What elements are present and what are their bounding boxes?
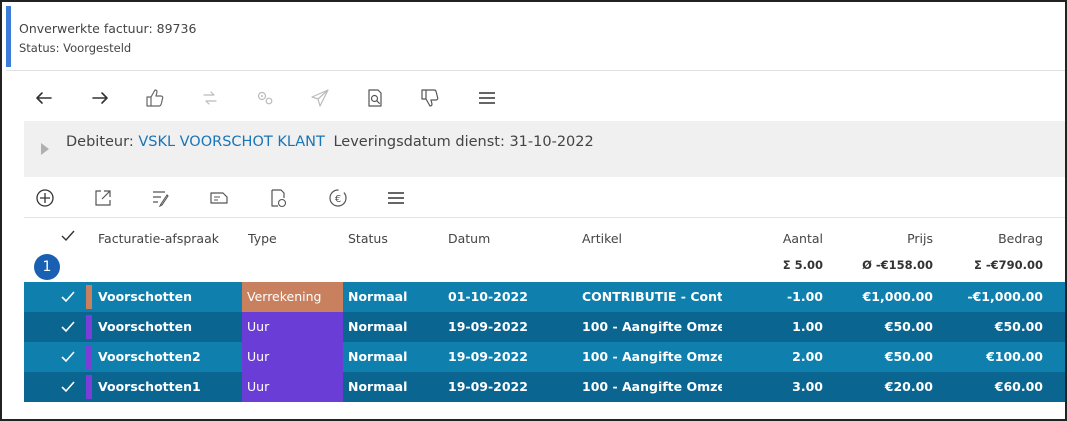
- table-row[interactable]: Uur Voorschotten Normaal 19-09-2022 100 - Aa…: [24, 312, 1065, 342]
- col-status[interactable]: Status: [348, 231, 388, 246]
- step-badge: 1: [34, 254, 60, 280]
- row-type: Uur: [242, 342, 343, 372]
- row-agreement: Voorschotten2: [98, 349, 201, 364]
- row-agreement: Voorschotten: [98, 319, 192, 334]
- search-document-icon[interactable]: [359, 82, 391, 114]
- row-type: Verrekening: [242, 282, 343, 312]
- document-refresh-icon[interactable]: [262, 182, 294, 214]
- col-amount[interactable]: Bedrag: [944, 231, 1043, 246]
- row-quantity: -1.00: [786, 289, 823, 304]
- row-article: 100 - Aangifte Omzet…: [582, 349, 722, 364]
- row-type: Uur: [242, 372, 343, 402]
- amount-sum: Σ -€790.00: [973, 258, 1043, 272]
- row-quantity: 1.00: [792, 319, 823, 334]
- row-status: Normaal: [348, 379, 408, 394]
- col-date[interactable]: Datum: [448, 231, 490, 246]
- swap-icon[interactable]: [194, 82, 226, 114]
- col-price[interactable]: Prijs: [834, 231, 933, 246]
- table-row[interactable]: Uur Voorschotten1 Normaal 19-09-2022 100 - A…: [24, 372, 1065, 402]
- svg-text:€: €: [335, 194, 341, 205]
- row-date: 19-09-2022: [448, 319, 528, 334]
- row-quantity: 3.00: [792, 379, 823, 394]
- row-color-strip: [86, 315, 92, 339]
- col-agreement[interactable]: Facturatie-afspraak: [98, 231, 219, 246]
- debtor-info: Debiteur: VSKL VOORSCHOT KLANT Leverings…: [66, 134, 594, 150]
- row-color-strip: [86, 375, 92, 399]
- select-all-check-icon[interactable]: [60, 228, 76, 247]
- row-date: 19-09-2022: [448, 349, 528, 364]
- row-amount: €50.00: [994, 319, 1043, 334]
- row-agreement: Voorschotten: [98, 289, 192, 304]
- menu-icon[interactable]: [380, 182, 412, 214]
- thumbs-up-icon[interactable]: [139, 82, 171, 114]
- row-amount: €100.00: [986, 349, 1043, 364]
- col-quantity[interactable]: Aantal: [724, 231, 823, 246]
- gears-icon[interactable]: [249, 82, 281, 114]
- euro-refresh-icon[interactable]: €: [322, 182, 354, 214]
- header-accent-bar: [6, 6, 11, 67]
- window: Onverwerkte factuur: 89736 Status: Voorg…: [0, 0, 1067, 421]
- row-price: €50.00: [884, 319, 933, 334]
- col-type[interactable]: Type: [248, 231, 277, 246]
- row-price: €50.00: [884, 349, 933, 364]
- row-check-icon[interactable]: [60, 289, 76, 305]
- col-article[interactable]: Artikel: [582, 231, 622, 246]
- row-date: 19-09-2022: [448, 379, 528, 394]
- row-article: 100 - Aangifte Omzet…: [582, 319, 722, 334]
- invoice-lines-table: Facturatie-afspraak Type Status Datum Ar…: [24, 217, 1065, 419]
- add-circle-icon[interactable]: [29, 182, 61, 214]
- debtor-label: Debiteur:: [66, 134, 134, 150]
- page-title: Onverwerkte factuur: 89736: [19, 21, 197, 36]
- row-price: €20.00: [884, 379, 933, 394]
- edit-list-icon[interactable]: [145, 182, 177, 214]
- row-type: Uur: [242, 312, 343, 342]
- thumbs-down-icon[interactable]: [414, 82, 446, 114]
- status-text: Status: Voorgesteld: [19, 41, 132, 55]
- row-check-icon[interactable]: [60, 379, 76, 395]
- table-row[interactable]: Uur Voorschotten2 Normaal 19-09-2022 100 - A…: [24, 342, 1065, 372]
- table-header: Facturatie-afspraak Type Status Datum Ar…: [24, 217, 1065, 282]
- debtor-link[interactable]: VSKL VOORSCHOT KLANT: [138, 134, 325, 150]
- expand-caret-icon[interactable]: [41, 143, 49, 155]
- open-external-icon[interactable]: [87, 182, 119, 214]
- debtor-info-bar: Debiteur: VSKL VOORSCHOT KLANT Leverings…: [24, 121, 1065, 177]
- header-divider: [6, 70, 1065, 71]
- table-row[interactable]: Verrekening Voorschotten Normaal 01-10-2022…: [24, 282, 1065, 312]
- page-header: Onverwerkte factuur: 89736 Status: Voorg…: [6, 6, 1065, 68]
- row-price: €1,000.00: [862, 289, 933, 304]
- row-article: 100 - Aangifte Omzet…: [582, 379, 722, 394]
- delivery-date-value: 31-10-2022: [509, 134, 594, 150]
- row-agreement: Voorschotten1: [98, 379, 201, 394]
- row-amount: -€1,000.00: [967, 289, 1043, 304]
- row-status: Normaal: [348, 289, 408, 304]
- row-amount: €60.00: [994, 379, 1043, 394]
- row-status: Normaal: [348, 349, 408, 364]
- row-check-icon[interactable]: [60, 319, 76, 335]
- price-average: Ø -€158.00: [862, 258, 933, 272]
- row-date: 01-10-2022: [448, 289, 528, 304]
- quantity-sum: Σ 5.00: [782, 258, 823, 272]
- row-article: CONTRIBUTIE - Contr…: [582, 289, 722, 304]
- row-quantity: 2.00: [792, 349, 823, 364]
- row-color-strip: [86, 285, 92, 309]
- row-status: Normaal: [348, 319, 408, 334]
- send-icon[interactable]: [304, 82, 336, 114]
- delivery-date-label: Leveringsdatum dienst:: [333, 134, 505, 150]
- row-check-icon[interactable]: [60, 349, 76, 365]
- row-color-strip: [86, 345, 92, 369]
- arrow-left-icon[interactable]: [28, 82, 60, 114]
- menu-icon[interactable]: [471, 82, 503, 114]
- arrow-right-icon[interactable]: [84, 82, 116, 114]
- card-icon[interactable]: [203, 182, 235, 214]
